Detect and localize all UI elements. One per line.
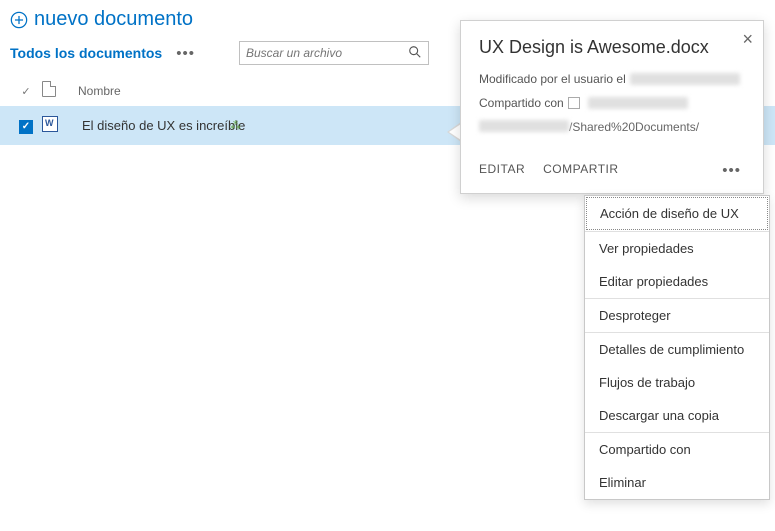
callout-arrow-icon: [447, 122, 461, 142]
share-button[interactable]: COMPARTIR: [543, 162, 618, 179]
shared-line: Compartido con .: [479, 96, 745, 110]
view-more-icon[interactable]: •••: [172, 45, 199, 62]
callout-actions: EDITAR COMPARTIR •••: [479, 162, 745, 179]
shared-checkbox[interactable]: [568, 97, 580, 109]
search-input[interactable]: [246, 46, 408, 60]
item-url[interactable]: ./Shared%20Documents/: [479, 120, 745, 134]
modified-label: Modificado por el usuario el: [479, 72, 626, 86]
header-type-icon: [38, 81, 72, 100]
row-filename[interactable]: El diseño de UX es increíble: [72, 118, 245, 133]
callout-title: UX Design is Awesome.docx: [479, 37, 745, 58]
menu-checkout[interactable]: Desproteger: [585, 299, 769, 332]
search-icon[interactable]: [408, 45, 422, 62]
view-selector[interactable]: Todos los documentos: [10, 45, 162, 61]
menu-shared-with[interactable]: Compartido con: [585, 433, 769, 466]
modified-line: Modificado por el usuario el .: [479, 72, 745, 86]
word-doc-icon: [38, 116, 72, 135]
menu-edit-properties[interactable]: Editar propiedades: [585, 265, 769, 298]
item-callout: × UX Design is Awesome.docx Modificado p…: [460, 20, 764, 194]
url-host-redacted: .: [479, 120, 569, 132]
shared-user-redacted: .: [588, 97, 688, 109]
menu-ux-action[interactable]: Acción de diseño de UX: [586, 197, 768, 230]
search-box[interactable]: [239, 41, 429, 65]
context-menu: Acción de diseño de UX Ver propiedades E…: [584, 195, 770, 500]
menu-delete[interactable]: Eliminar: [585, 466, 769, 499]
new-document-label: nuevo documento: [34, 8, 193, 31]
shared-label: Compartido con: [479, 96, 564, 110]
edit-button[interactable]: EDITAR: [479, 162, 525, 179]
menu-download[interactable]: Descargar una copia: [585, 399, 769, 432]
modified-value-redacted: .: [630, 73, 740, 85]
callout-more-icon[interactable]: •••: [718, 162, 745, 179]
row-checkbox[interactable]: ✓: [14, 117, 38, 134]
header-name[interactable]: Nombre: [72, 84, 121, 98]
header-check-icon[interactable]: ✓: [14, 84, 38, 98]
close-icon[interactable]: ×: [742, 29, 753, 50]
row-new-badge: ⁂: [230, 119, 241, 132]
menu-view-properties[interactable]: Ver propiedades: [585, 232, 769, 265]
menu-workflows[interactable]: Flujos de trabajo: [585, 366, 769, 399]
url-suffix: /Shared%20Documents/: [569, 120, 699, 134]
plus-circle-icon: [10, 11, 28, 29]
menu-compliance[interactable]: Detalles de cumplimiento: [585, 333, 769, 366]
